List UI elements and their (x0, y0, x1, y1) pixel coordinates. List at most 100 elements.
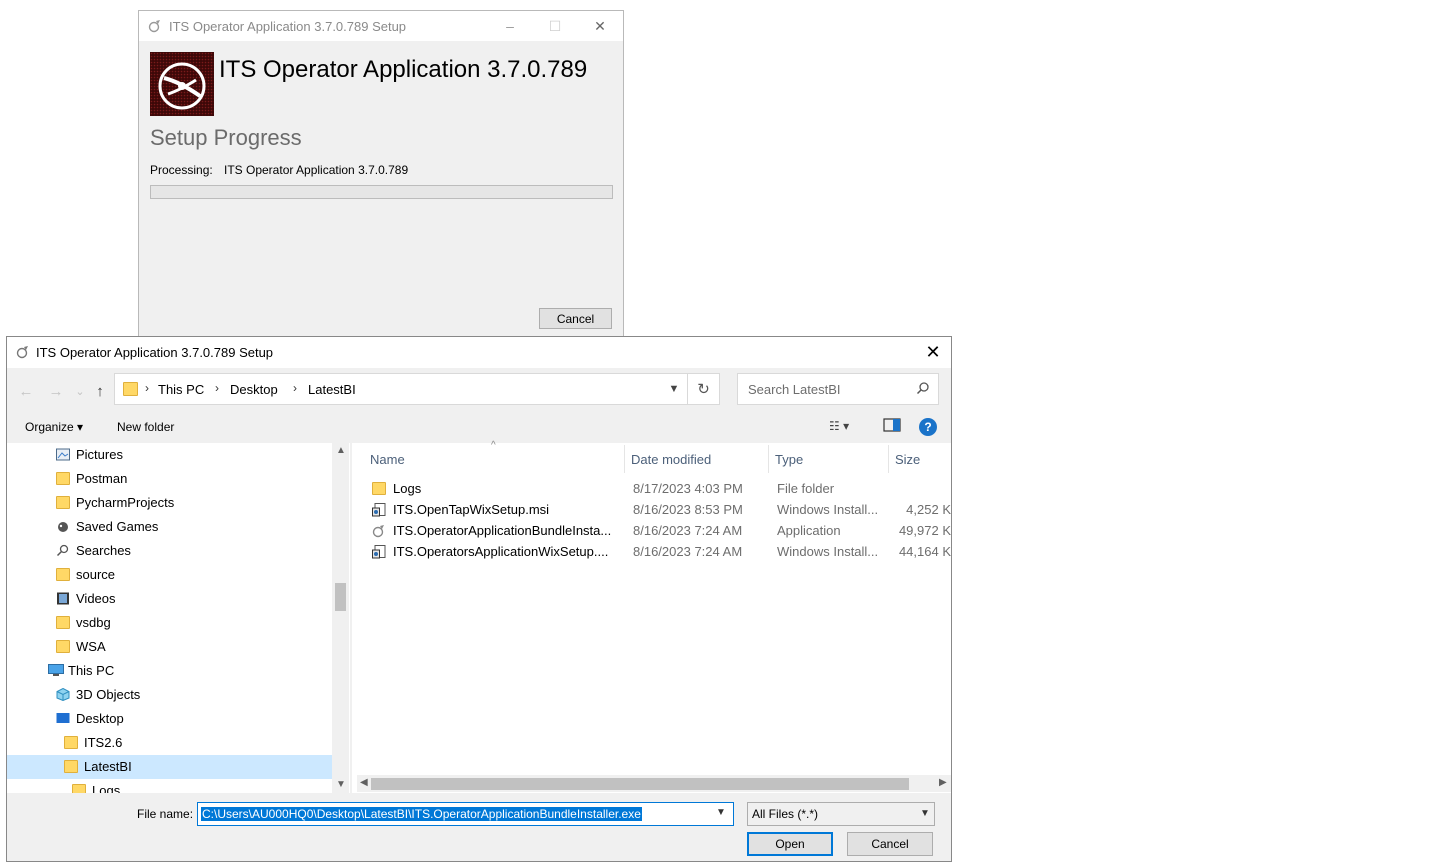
scroll-up-icon[interactable]: ▲ (336, 445, 346, 456)
breadcrumb-this-pc[interactable]: This PC (158, 382, 204, 397)
chevron-down-icon[interactable]: ▼ (920, 808, 930, 819)
processing-value: ITS Operator Application 3.7.0.789 (224, 163, 409, 177)
scroll-down-icon[interactable]: ▼ (336, 779, 346, 790)
file-type-select[interactable]: All Files (*.*) ▼ (747, 802, 935, 826)
nav-item-postman[interactable]: Postman (7, 467, 332, 491)
file-row[interactable]: ITS.OpenTapWixSetup.msi 8/16/2023 8:53 PM… (365, 500, 951, 521)
chevron-right-icon: › (145, 381, 149, 395)
folder-icon (123, 382, 138, 396)
nav-item-label: This PC (68, 663, 115, 678)
file-row[interactable]: ITS.OperatorApplicationBundleInsta... 8/1… (365, 521, 951, 542)
file-name-label: File name: (137, 807, 194, 821)
computer-icon (48, 664, 64, 677)
cancel-button[interactable]: Cancel (847, 832, 933, 856)
nav-item-label: source (76, 567, 116, 582)
file-name-cell: ITS.OperatorsApplicationWixSetup.... (393, 544, 609, 559)
setup-cancel-button[interactable]: Cancel (539, 308, 612, 329)
address-bar[interactable]: › This PC › Desktop › LatestBI (114, 373, 688, 405)
file-row[interactable]: Logs 8/17/2023 4:03 PM File folder (365, 479, 951, 500)
nav-item-latestbi[interactable]: LatestBI (7, 755, 332, 779)
search-folder-icon (56, 544, 70, 557)
nav-item-label: vsdbg (76, 615, 111, 630)
search-box[interactable] (737, 373, 939, 405)
minimize-icon[interactable]: – (487, 11, 533, 41)
forward-arrow-icon[interactable]: → (45, 380, 67, 402)
nav-item-label: Pictures (76, 447, 123, 462)
column-header-type[interactable]: Type (775, 452, 803, 467)
chevron-down-icon[interactable]: ▼ (716, 807, 726, 818)
folder-icon (72, 784, 86, 793)
file-date-cell: 8/16/2023 8:53 PM (633, 502, 743, 517)
msi-icon (372, 545, 386, 559)
chevron-right-icon: › (293, 381, 297, 395)
scroll-left-icon[interactable]: ◀ (360, 777, 368, 788)
recent-locations-icon[interactable]: ⌄ (69, 380, 91, 402)
scrollbar-thumb[interactable] (371, 778, 909, 790)
nav-item-label: WSA (76, 639, 106, 654)
nav-item-this-pc[interactable]: This PC (7, 659, 332, 683)
maximize-icon[interactable]: ☐ (532, 11, 578, 41)
nav-item-wsa[interactable]: WSA (7, 635, 332, 659)
navigation-pane: Pictures Postman PycharmProjects Saved Game… (7, 443, 350, 793)
dialog-titlebar[interactable]: ITS Operator Application 3.7.0.789 Setup… (7, 337, 951, 368)
app-icon (372, 524, 386, 538)
folder-icon (56, 472, 70, 485)
help-icon[interactable]: ? (919, 418, 937, 436)
column-header-size[interactable]: Size (895, 452, 920, 467)
file-size-cell: 49,972 K (898, 523, 951, 538)
search-icon[interactable] (916, 381, 930, 395)
up-arrow-icon[interactable]: ↑ (89, 380, 111, 402)
setup-titlebar[interactable]: ITS Operator Application 3.7.0.789 Setup… (139, 11, 623, 41)
column-divider[interactable] (624, 445, 625, 473)
nav-item-searches[interactable]: Searches (7, 539, 332, 563)
nav-item-source[interactable]: source (7, 563, 332, 587)
file-row[interactable]: ITS.OperatorsApplicationWixSetup.... 8/16… (365, 542, 951, 563)
nav-item-pycharmprojects[interactable]: PycharmProjects (7, 491, 332, 515)
file-name-input[interactable]: C:\Users\AU000HQ0\Desktop\LatestBI\ITS.O… (201, 807, 642, 821)
processing-label: Processing: (150, 163, 213, 177)
pictures-icon (56, 448, 70, 461)
nav-item-desktop[interactable]: Desktop (7, 707, 332, 731)
desktop-icon (56, 712, 70, 725)
nav-item-label: Videos (76, 591, 116, 606)
breadcrumb-desktop[interactable]: Desktop (230, 382, 278, 397)
column-divider[interactable] (768, 445, 769, 473)
file-type-cell: Windows Install... (777, 502, 879, 517)
close-icon[interactable]: ✕ (921, 341, 945, 363)
search-input[interactable] (746, 381, 910, 398)
nav-item-logs[interactable]: Logs (7, 779, 332, 793)
organize-button[interactable]: Organize ▾ (25, 420, 83, 434)
refresh-icon[interactable]: ↻ (688, 373, 720, 405)
scrollbar-thumb[interactable] (335, 583, 346, 611)
file-size-cell: 4,252 K (906, 502, 951, 517)
nav-item-videos[interactable]: Videos (7, 587, 332, 611)
setup-progress-bar (150, 185, 613, 199)
nav-item-its2-6[interactable]: ITS2.6 (7, 731, 332, 755)
nav-item-label: PycharmProjects (76, 495, 175, 510)
file-type-value: All Files (*.*) (752, 807, 819, 821)
disc-logo-icon (150, 52, 214, 116)
scroll-right-icon[interactable]: ▶ (939, 777, 947, 788)
column-header-date[interactable]: Date modified (631, 452, 711, 467)
new-folder-button[interactable]: New folder (117, 420, 174, 434)
file-name-cell: ITS.OpenTapWixSetup.msi (393, 502, 550, 517)
change-view-button[interactable]: ☷ ▾ (829, 419, 849, 433)
chevron-down-icon[interactable]: ▼ (660, 373, 688, 405)
nav-item-3d-objects[interactable]: 3D Objects (7, 683, 332, 707)
file-type-cell: Application (777, 523, 841, 538)
installer-app-icon (16, 346, 28, 359)
file-name-combobox[interactable]: C:\Users\AU000HQ0\Desktop\LatestBI\ITS.O… (197, 802, 734, 826)
nav-item-saved-games[interactable]: Saved Games (7, 515, 332, 539)
navigation-scrollbar[interactable]: ▲ ▼ (332, 443, 349, 793)
breadcrumb-latestbi[interactable]: LatestBI (308, 382, 356, 397)
sort-ascending-icon: ^ (491, 440, 496, 451)
column-header-name[interactable]: Name (370, 452, 405, 467)
nav-item-pictures[interactable]: Pictures (7, 443, 332, 467)
nav-item-vsdbg[interactable]: vsdbg (7, 611, 332, 635)
open-button[interactable]: Open (747, 832, 833, 856)
setup-window: ITS Operator Application 3.7.0.789 Setup… (138, 10, 624, 340)
column-divider[interactable] (888, 445, 889, 473)
close-icon[interactable]: ✕ (577, 11, 623, 41)
back-arrow-icon[interactable]: ← (15, 380, 37, 402)
preview-pane-icon[interactable] (883, 417, 901, 433)
